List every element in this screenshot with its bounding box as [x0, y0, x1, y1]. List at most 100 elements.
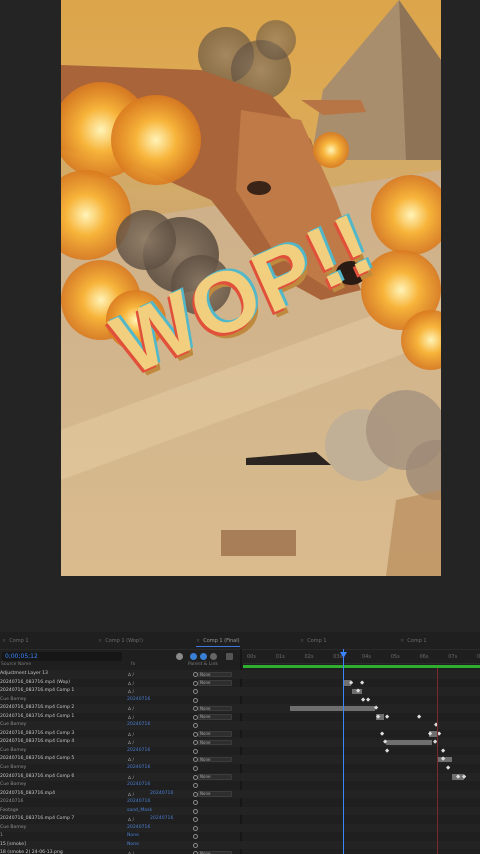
- time-ruler[interactable]: 00s01s02s03s04s05s06s07s08s: [243, 650, 480, 664]
- switches-header[interactable]: fx: [131, 662, 135, 667]
- layer-name[interactable]: 20240716_083716.mp4 Comp 5: [0, 755, 124, 764]
- parent-pickwhip-icon[interactable]: [193, 766, 198, 772]
- parent-pickwhip-icon[interactable]: [193, 723, 198, 729]
- parent-dropdown[interactable]: None: [198, 731, 232, 737]
- layer-row[interactable]: Cue Bomey 20240716 ◆ ◆: [0, 747, 480, 756]
- parent-dropdown[interactable]: None: [198, 714, 232, 720]
- keyframe-icon[interactable]: ◆: [383, 738, 387, 747]
- parent-pickwhip-icon[interactable]: [193, 825, 198, 831]
- parent-pickwhip-icon[interactable]: [193, 783, 198, 789]
- parent-pickwhip-icon[interactable]: [193, 697, 198, 703]
- layer-row[interactable]: 20240716_083716.mp4 Comp 1 ∆ / None ◆ ◆ ◆: [0, 713, 480, 722]
- layer-name[interactable]: Cue Bomey: [0, 781, 124, 790]
- layer-name[interactable]: 20240716: [0, 798, 124, 807]
- parent-pickwhip-icon[interactable]: [193, 689, 198, 695]
- layer-link[interactable]: 20240716: [127, 824, 177, 833]
- layer-name[interactable]: Cue Bomey: [0, 721, 124, 730]
- keyframe-icon[interactable]: ◆: [361, 696, 365, 705]
- timecode-display[interactable]: 0;00;05;12: [2, 652, 122, 661]
- keyframe-icon[interactable]: ◆: [360, 679, 364, 688]
- layer-row[interactable]: 20240716_083716.mp4 Comp 5 ∆ / None ◆: [0, 755, 480, 765]
- layer-name[interactable]: Cue Bomey: [0, 696, 124, 705]
- layer-row[interactable]: Footage sand_Mask: [0, 806, 480, 816]
- layer-duration-bar[interactable]: [290, 705, 375, 712]
- keyframe-icon[interactable]: ◆: [349, 679, 353, 688]
- layer-name[interactable]: Cue Bomey: [0, 824, 124, 833]
- keyframe-icon[interactable]: ◆: [385, 713, 389, 722]
- comp-flowchart-icon[interactable]: [226, 653, 233, 660]
- parent-dropdown[interactable]: None: [198, 680, 232, 686]
- keyframe-icon[interactable]: ◆: [428, 730, 432, 739]
- parent-pickwhip-icon[interactable]: [193, 800, 198, 806]
- composition-viewer[interactable]: WOP!!: [0, 0, 480, 632]
- layer-name[interactable]: Adjustment Layer 13: [0, 670, 124, 679]
- layer-name[interactable]: 20240716_083716.mp4 Comp 6: [0, 773, 124, 782]
- layer-row[interactable]: Cue Bomey 20240716: [0, 781, 480, 790]
- close-tab-icon[interactable]: ×: [196, 638, 200, 644]
- parent-pickwhip-icon[interactable]: [193, 842, 198, 848]
- keyframe-icon[interactable]: ◆: [441, 747, 445, 756]
- layer-name[interactable]: 15 [smoke]: [0, 841, 124, 850]
- parent-dropdown[interactable]: None: [198, 705, 232, 712]
- layer-link[interactable]: 20240716: [127, 781, 177, 790]
- tab-3[interactable]: × Comp 1: [300, 638, 327, 644]
- close-tab-icon[interactable]: ×: [300, 638, 304, 644]
- layer-row[interactable]: 20240716_083716.mp4 Comp 2 ∆ / None ◆: [0, 704, 480, 713]
- layer-row[interactable]: 15 [smoke] None: [0, 840, 480, 850]
- keyframe-icon[interactable]: ◆: [462, 773, 466, 782]
- layer-row[interactable]: 20240716 20240716: [0, 798, 480, 807]
- shy-layers-icon[interactable]: [176, 653, 183, 660]
- layer-name[interactable]: 20240716_083716.mp4 Comp 2: [0, 704, 124, 713]
- layer-link[interactable]: 20240716: [127, 696, 177, 705]
- layer-row[interactable]: Cue Bomey 20240716 ◆ ◆: [0, 696, 480, 705]
- layer-link[interactable]: None: [127, 832, 177, 841]
- layer-row[interactable]: 20240716_083716.mp4 Comp 4 ∆ / None ◆ ◆: [0, 738, 480, 747]
- layer-name[interactable]: 20240716_083716.mp4 (Wop): [0, 679, 124, 688]
- layer-link[interactable]: 20240716: [127, 798, 177, 807]
- layer-name[interactable]: 1: [0, 832, 124, 841]
- layer-link[interactable]: 20240716: [127, 721, 177, 730]
- keyframe-icon[interactable]: ◆: [441, 755, 445, 764]
- parent-pickwhip-icon[interactable]: [193, 834, 198, 840]
- keyframe-icon[interactable]: ◆: [385, 747, 389, 756]
- layer-row[interactable]: Cue Bomey20240716◆: [0, 764, 480, 773]
- keyframe-icon[interactable]: ◆: [456, 773, 460, 782]
- timeline-panel[interactable]: × Comp 1 × Comp 1 (Wop!) × Comp 1 (Final) × Com…: [0, 632, 480, 854]
- layer-link[interactable]: 20240716: [127, 764, 177, 773]
- parent-pickwhip-icon[interactable]: [193, 748, 198, 754]
- parent-dropdown[interactable]: None: [198, 791, 232, 797]
- layer-name[interactable]: 20240716_083716.mp4 Comp 4: [0, 738, 124, 747]
- layer-link[interactable]: None: [127, 841, 177, 850]
- layer-row[interactable]: 20240716_083716.mp4 ∆ /20240716 None: [0, 789, 480, 799]
- layer-link[interactable]: sand_Mask: [127, 807, 177, 816]
- tab-4[interactable]: × Comp 1: [400, 638, 427, 644]
- close-tab-icon[interactable]: ×: [400, 638, 404, 644]
- keyframe-icon[interactable]: ◆: [380, 730, 384, 739]
- layer-duration-bar[interactable]: [386, 739, 432, 746]
- layer-row[interactable]: 20240716_083716.mp4 Comp 1 ∆ / ◆: [0, 687, 480, 696]
- keyframe-icon[interactable]: ◆: [446, 764, 450, 773]
- parent-dropdown[interactable]: None: [198, 739, 232, 746]
- close-tab-icon[interactable]: ×: [98, 638, 102, 644]
- layer-name[interactable]: 20240716_083716.mp4 Comp 3: [0, 730, 124, 739]
- keyframe-icon[interactable]: ◆: [366, 696, 370, 705]
- frame-blending-icon[interactable]: [190, 653, 197, 660]
- layer-row[interactable]: 20240716_083716.mp4 Comp 3 ∆ / None ◆ ◆ ◆: [0, 730, 480, 739]
- layer-name[interactable]: 20240716_083716.mp4 Comp 1: [0, 713, 124, 722]
- layer-row[interactable]: 20240716_083716.mp4 Comp 6 ∆ / None ◆ ◆: [0, 772, 480, 782]
- close-tab-icon[interactable]: ×: [2, 638, 6, 644]
- keyframe-icon[interactable]: ◆: [356, 687, 360, 696]
- parent-dropdown[interactable]: None: [198, 774, 232, 780]
- current-time-indicator[interactable]: [343, 649, 344, 854]
- keyframe-icon[interactable]: ◆: [374, 704, 378, 713]
- composition-frame[interactable]: WOP!!: [61, 0, 441, 576]
- motion-blur-icon[interactable]: [200, 653, 207, 660]
- keyframe-icon[interactable]: ◆: [376, 713, 380, 722]
- parent-pickwhip-icon[interactable]: [193, 808, 198, 814]
- layer-row[interactable]: Cue Bomey 20240716: [0, 823, 480, 833]
- layer-row[interactable]: Cue Bomey20240716◆: [0, 721, 480, 730]
- layer-name[interactable]: 20240716_083716.mp4 Comp 1: [0, 687, 124, 696]
- layer-name[interactable]: 20240716_083716.mp4: [0, 790, 124, 799]
- keyframe-icon[interactable]: ◆: [417, 713, 421, 722]
- layer-name[interactable]: Cue Bomey: [0, 747, 124, 756]
